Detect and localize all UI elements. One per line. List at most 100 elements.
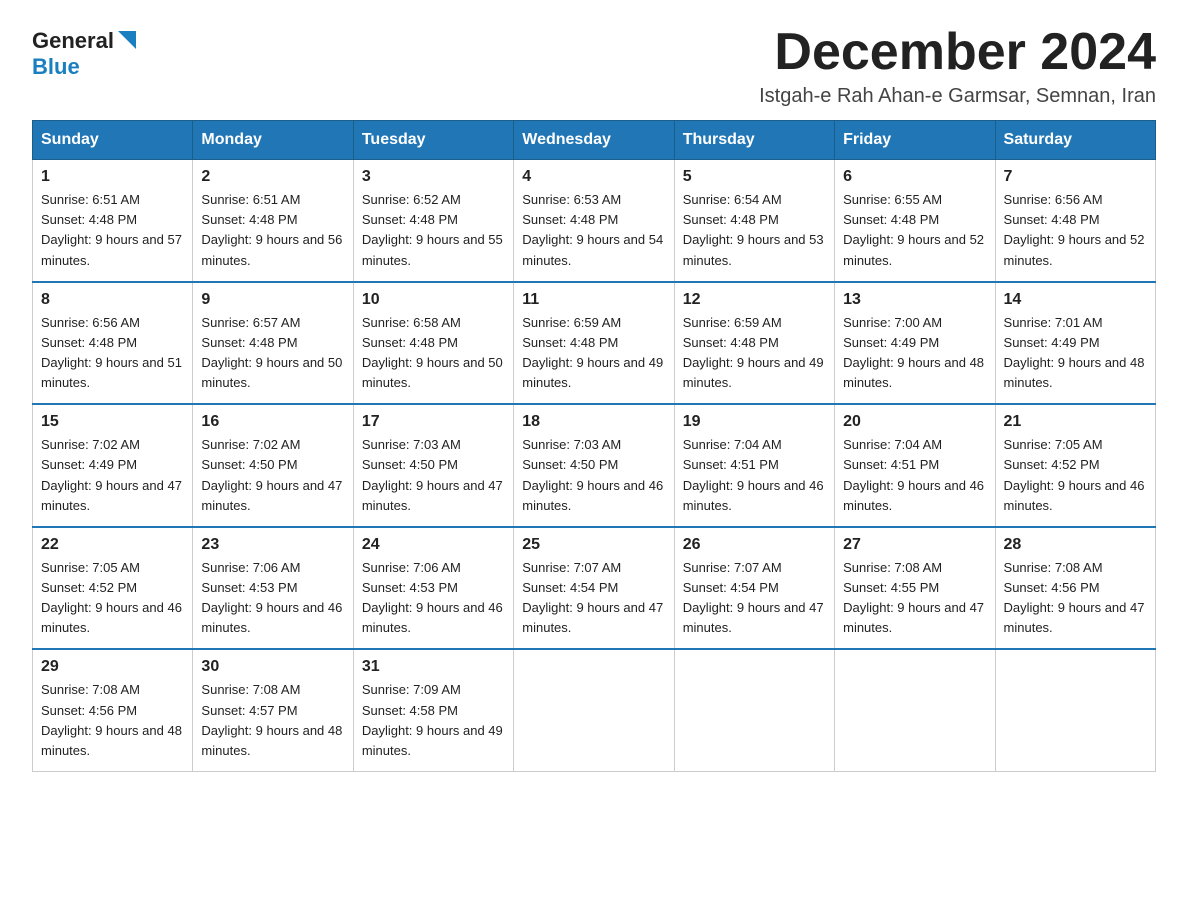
day-number: 23 — [201, 536, 344, 554]
day-number: 4 — [522, 168, 665, 186]
day-number: 28 — [1004, 536, 1147, 554]
calendar-cell: 4 Sunrise: 6:53 AMSunset: 4:48 PMDaylight… — [514, 160, 674, 282]
calendar-cell: 31 Sunrise: 7:09 AMSunset: 4:58 PMDayligh… — [353, 649, 513, 771]
weekday-header-wednesday: Wednesday — [514, 121, 674, 160]
calendar-week-3: 15Sunrise: 7:02 AMSunset: 4:49 PMDayligh… — [33, 404, 1156, 527]
day-info: Sunrise: 7:03 AMSunset: 4:50 PMDaylight:… — [362, 435, 505, 516]
day-info: Sunrise: 7:06 AMSunset: 4:53 PMDaylight:… — [362, 558, 505, 639]
calendar-cell: 29 Sunrise: 7:08 AMSunset: 4:56 PMDayligh… — [33, 649, 193, 771]
day-info: Sunrise: 7:05 AMSunset: 4:52 PMDaylight:… — [1004, 435, 1147, 516]
day-number: 8 — [41, 291, 184, 309]
day-number: 17 — [362, 413, 505, 431]
calendar-cell: 20Sunrise: 7:04 AMSunset: 4:51 PMDayligh… — [835, 404, 995, 527]
day-number: 10 — [362, 291, 505, 309]
calendar-cell: 17 Sunrise: 7:03 AMSunset: 4:50 PMDayligh… — [353, 404, 513, 527]
day-info: Sunrise: 6:59 AMSunset: 4:48 PMDaylight:… — [683, 313, 826, 394]
weekday-header-tuesday: Tuesday — [353, 121, 513, 160]
calendar-cell: 8Sunrise: 6:56 AMSunset: 4:48 PMDaylight… — [33, 282, 193, 405]
page-header: General Blue December 2024 Istgah-e Rah … — [32, 24, 1156, 108]
calendar-cell: 18 Sunrise: 7:03 AMSunset: 4:50 PMDayligh… — [514, 404, 674, 527]
day-info: Sunrise: 6:54 AMSunset: 4:48 PMDaylight:… — [683, 190, 826, 271]
day-number: 11 — [522, 291, 665, 309]
day-info: Sunrise: 7:09 AMSunset: 4:58 PMDaylight:… — [362, 680, 505, 761]
calendar-week-5: 29 Sunrise: 7:08 AMSunset: 4:56 PMDayligh… — [33, 649, 1156, 771]
calendar-cell: 5 Sunrise: 6:54 AMSunset: 4:48 PMDaylight… — [674, 160, 834, 282]
day-number: 24 — [362, 536, 505, 554]
calendar-cell: 6 Sunrise: 6:55 AMSunset: 4:48 PMDaylight… — [835, 160, 995, 282]
day-number: 14 — [1004, 291, 1147, 309]
calendar-cell: 22Sunrise: 7:05 AMSunset: 4:52 PMDayligh… — [33, 527, 193, 650]
day-number: 21 — [1004, 413, 1147, 431]
day-info: Sunrise: 6:51 AMSunset: 4:48 PMDaylight:… — [41, 190, 184, 271]
calendar-table: SundayMondayTuesdayWednesdayThursdayFrid… — [32, 120, 1156, 772]
day-number: 13 — [843, 291, 986, 309]
calendar-week-1: 1Sunrise: 6:51 AMSunset: 4:48 PMDaylight… — [33, 160, 1156, 282]
day-info: Sunrise: 7:08 AMSunset: 4:56 PMDaylight:… — [41, 680, 184, 761]
day-number: 20 — [843, 413, 986, 431]
calendar-cell: 13 Sunrise: 7:00 AMSunset: 4:49 PMDayligh… — [835, 282, 995, 405]
weekday-header-monday: Monday — [193, 121, 353, 160]
day-info: Sunrise: 6:57 AMSunset: 4:48 PMDaylight:… — [201, 313, 344, 394]
day-number: 29 — [41, 658, 184, 676]
calendar-cell: 16 Sunrise: 7:02 AMSunset: 4:50 PMDayligh… — [193, 404, 353, 527]
day-info: Sunrise: 6:51 AMSunset: 4:48 PMDaylight:… — [201, 190, 344, 271]
calendar-cell: 12 Sunrise: 6:59 AMSunset: 4:48 PMDayligh… — [674, 282, 834, 405]
calendar-week-4: 22Sunrise: 7:05 AMSunset: 4:52 PMDayligh… — [33, 527, 1156, 650]
day-info: Sunrise: 7:03 AMSunset: 4:50 PMDaylight:… — [522, 435, 665, 516]
calendar-cell: 25Sunrise: 7:07 AMSunset: 4:54 PMDayligh… — [514, 527, 674, 650]
day-info: Sunrise: 7:01 AMSunset: 4:49 PMDaylight:… — [1004, 313, 1147, 394]
day-number: 30 — [201, 658, 344, 676]
calendar-cell — [674, 649, 834, 771]
logo-general-text: General — [32, 28, 114, 54]
weekday-header-saturday: Saturday — [995, 121, 1155, 160]
calendar-cell — [995, 649, 1155, 771]
title-block: December 2024 Istgah-e Rah Ahan-e Garmsa… — [759, 24, 1156, 108]
day-number: 19 — [683, 413, 826, 431]
calendar-cell: 28 Sunrise: 7:08 AMSunset: 4:56 PMDayligh… — [995, 527, 1155, 650]
day-info: Sunrise: 7:02 AMSunset: 4:49 PMDaylight:… — [41, 435, 184, 516]
calendar-cell: 3Sunrise: 6:52 AMSunset: 4:48 PMDaylight… — [353, 160, 513, 282]
day-info: Sunrise: 7:05 AMSunset: 4:52 PMDaylight:… — [41, 558, 184, 639]
logo: General Blue — [32, 28, 136, 80]
day-number: 3 — [362, 168, 505, 186]
day-number: 6 — [843, 168, 986, 186]
day-number: 26 — [683, 536, 826, 554]
calendar-cell: 21 Sunrise: 7:05 AMSunset: 4:52 PMDayligh… — [995, 404, 1155, 527]
calendar-cell: 14 Sunrise: 7:01 AMSunset: 4:49 PMDayligh… — [995, 282, 1155, 405]
day-info: Sunrise: 7:07 AMSunset: 4:54 PMDaylight:… — [522, 558, 665, 639]
calendar-cell: 2 Sunrise: 6:51 AMSunset: 4:48 PMDaylight… — [193, 160, 353, 282]
day-number: 5 — [683, 168, 826, 186]
day-info: Sunrise: 7:08 AMSunset: 4:55 PMDaylight:… — [843, 558, 986, 639]
day-info: Sunrise: 7:07 AMSunset: 4:54 PMDaylight:… — [683, 558, 826, 639]
day-info: Sunrise: 7:08 AMSunset: 4:57 PMDaylight:… — [201, 680, 344, 761]
calendar-cell: 9 Sunrise: 6:57 AMSunset: 4:48 PMDaylight… — [193, 282, 353, 405]
day-number: 31 — [362, 658, 505, 676]
day-number: 12 — [683, 291, 826, 309]
calendar-cell: 23 Sunrise: 7:06 AMSunset: 4:53 PMDayligh… — [193, 527, 353, 650]
day-info: Sunrise: 6:59 AMSunset: 4:48 PMDaylight:… — [522, 313, 665, 394]
day-number: 18 — [522, 413, 665, 431]
calendar-cell — [835, 649, 995, 771]
day-info: Sunrise: 6:55 AMSunset: 4:48 PMDaylight:… — [843, 190, 986, 271]
calendar-cell: 7 Sunrise: 6:56 AMSunset: 4:48 PMDaylight… — [995, 160, 1155, 282]
calendar-cell: 30 Sunrise: 7:08 AMSunset: 4:57 PMDayligh… — [193, 649, 353, 771]
calendar-body: 1Sunrise: 6:51 AMSunset: 4:48 PMDaylight… — [33, 160, 1156, 772]
logo-blue-text: Blue — [32, 54, 80, 80]
day-info: Sunrise: 7:00 AMSunset: 4:49 PMDaylight:… — [843, 313, 986, 394]
weekday-header-sunday: Sunday — [33, 121, 193, 160]
day-number: 7 — [1004, 168, 1147, 186]
calendar-cell: 10 Sunrise: 6:58 AMSunset: 4:48 PMDayligh… — [353, 282, 513, 405]
day-number: 16 — [201, 413, 344, 431]
day-number: 2 — [201, 168, 344, 186]
day-info: Sunrise: 7:02 AMSunset: 4:50 PMDaylight:… — [201, 435, 344, 516]
location-subtitle: Istgah-e Rah Ahan-e Garmsar, Semnan, Ira… — [759, 85, 1156, 108]
day-info: Sunrise: 7:08 AMSunset: 4:56 PMDaylight:… — [1004, 558, 1147, 639]
calendar-header: SundayMondayTuesdayWednesdayThursdayFrid… — [33, 121, 1156, 160]
day-info: Sunrise: 6:56 AMSunset: 4:48 PMDaylight:… — [1004, 190, 1147, 271]
day-info: Sunrise: 7:06 AMSunset: 4:53 PMDaylight:… — [201, 558, 344, 639]
day-number: 9 — [201, 291, 344, 309]
day-info: Sunrise: 6:53 AMSunset: 4:48 PMDaylight:… — [522, 190, 665, 271]
calendar-week-2: 8Sunrise: 6:56 AMSunset: 4:48 PMDaylight… — [33, 282, 1156, 405]
day-info: Sunrise: 6:58 AMSunset: 4:48 PMDaylight:… — [362, 313, 505, 394]
day-info: Sunrise: 7:04 AMSunset: 4:51 PMDaylight:… — [683, 435, 826, 516]
